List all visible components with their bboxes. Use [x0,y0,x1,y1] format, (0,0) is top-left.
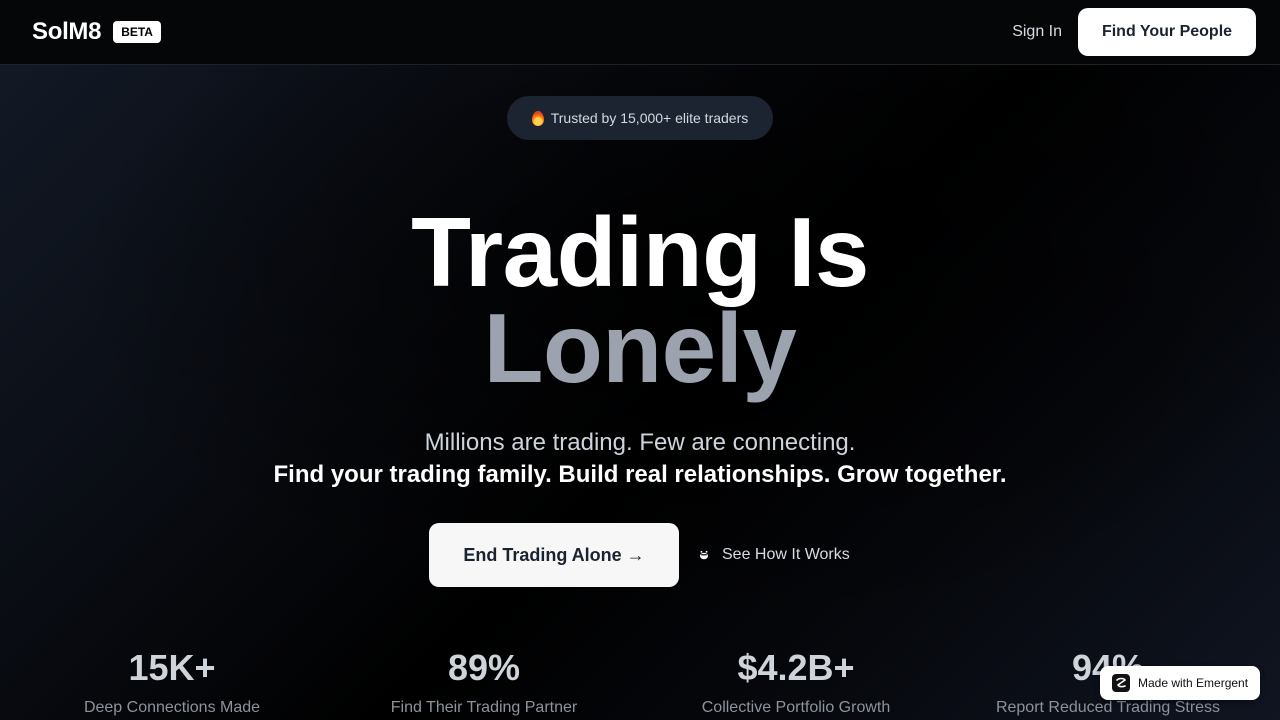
hero-tagline: Find your trading family. Build real rel… [273,461,1007,488]
stat-label: Deep Connections Made [83,699,261,716]
stat-value: $4.2B+ [737,647,855,688]
nav-actions: Sign In Find Your People [1012,8,1256,56]
sign-in-link[interactable]: Sign In [1012,23,1062,41]
hero-title-line2: Lonely [483,293,797,403]
see-how-it-works-label: See How It Works [722,546,850,563]
made-with-label: Made with Emergent [1138,676,1249,690]
emergent-logo-icon [1112,674,1130,692]
stat-item: 15K+ Deep Connections Made [16,646,328,718]
top-nav: SolM8 BETA Sign In Find Your People [0,0,1280,65]
made-with-emergent-badge[interactable]: Made with Emergent [1100,666,1260,700]
stats-row: 15K+ Deep Connections Made 89% Find Thei… [16,646,1264,718]
end-trading-alone-button[interactable]: End Trading Alone → [429,523,679,587]
stat-label: Collective Portfolio Growth [701,699,891,716]
beta-badge: BETA [113,21,161,43]
stat-label: Report Reduced Trading Stress [995,699,1221,716]
stat-label: Find Their Trading Partner [390,699,578,716]
trust-pill: Trusted by 15,000+ elite traders [507,96,773,140]
landing-page: SolM8 BETA Sign In Find Your People Trus… [0,0,1280,720]
hero-subtitle: Millions are trading. Few are connecting… [424,429,856,456]
hero-title-line1: Trading Is [411,197,869,307]
find-your-people-button[interactable]: Find Your People [1078,8,1256,56]
stat-value: 89% [447,647,521,688]
stat-item: 89% Find Their Trading Partner [328,646,640,718]
stat-item: $4.2B+ Collective Portfolio Growth [640,646,952,718]
logo-text[interactable]: SolM8 [32,18,101,46]
brand[interactable]: SolM8 BETA [32,18,161,46]
play-icon [698,549,710,561]
trust-pill-text: Trusted by 15,000+ elite traders [550,110,749,126]
see-how-it-works-link[interactable]: See How It Works [698,543,850,567]
fire-icon [531,110,544,126]
stat-value: 15K+ [128,647,216,688]
